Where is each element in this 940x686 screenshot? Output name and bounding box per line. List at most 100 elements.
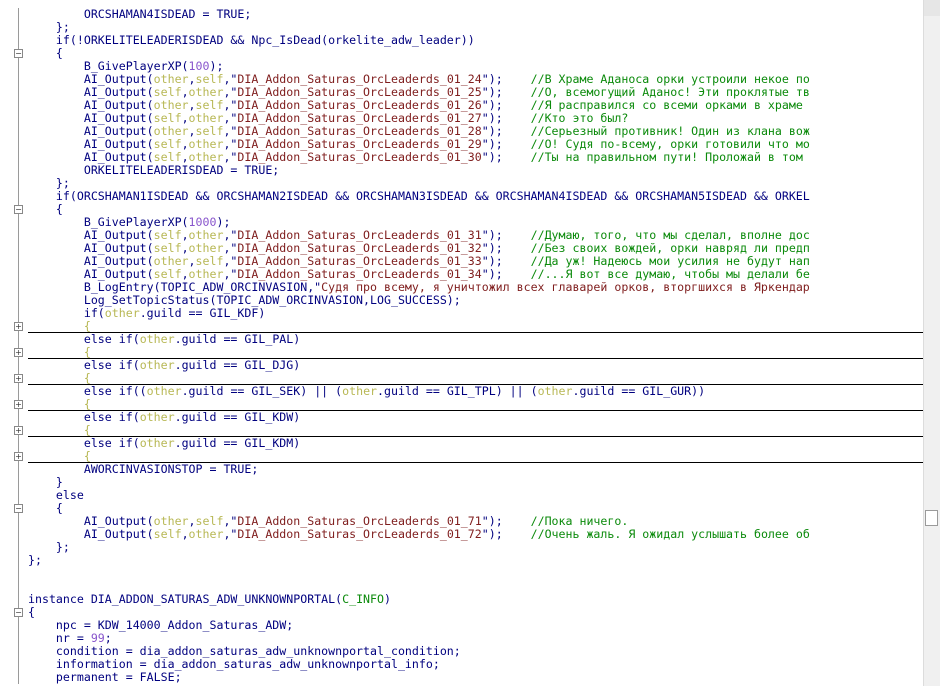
code-token: , — [181, 137, 189, 151]
code-token: DIA_Addon_Saturas_OrcLeaderds_01_31 — [237, 228, 482, 242]
code-token: , — [188, 72, 196, 86]
fold-collapse-icon[interactable]: − — [14, 205, 23, 214]
code-token: other — [188, 228, 224, 242]
fold-expand-icon[interactable]: + — [14, 400, 23, 409]
fold-collapse-icon[interactable]: − — [14, 504, 23, 513]
code-token: //В Храме Аданоса орки устроили некое по — [530, 72, 810, 86]
fold-guide — [18, 528, 19, 541]
code-line[interactable]: else if((other.guild == GIL_SEK) || (oth… — [0, 385, 924, 398]
code-line[interactable]: else if(other.guild == GIL_KDM) — [0, 437, 924, 450]
code-line[interactable]: permanent = FALSE; — [0, 671, 924, 684]
code-line[interactable]: else if(other.guild == GIL_PAL) — [0, 333, 924, 346]
fold-collapse-icon[interactable]: − — [14, 608, 23, 617]
fold-expand-icon[interactable]: + — [14, 452, 23, 461]
code-token: "); — [481, 98, 531, 112]
code-line[interactable]: } — [0, 476, 924, 489]
code-token: self — [153, 150, 182, 164]
code-token: if( — [28, 306, 105, 320]
code-token: { — [28, 449, 91, 463]
code-line[interactable]: ORKELITELEADERISDEAD = TRUE; — [0, 164, 924, 177]
code-token: ," — [223, 228, 238, 242]
code-line[interactable]: if(other.guild == GIL_KDF) — [0, 307, 924, 320]
code-token: //Да уж! Надеюсь мои усилия не будут нап — [530, 254, 810, 268]
vertical-scrollbar[interactable] — [923, 0, 940, 686]
code-line[interactable] — [0, 567, 924, 580]
code-token: other — [153, 124, 189, 138]
code-token: information = dia_addon_saturas_adw_unkn… — [28, 657, 440, 671]
code-token: "); — [481, 228, 531, 242]
fold-expand-icon[interactable]: + — [14, 322, 23, 331]
fold-guide — [18, 645, 19, 658]
code-token: , — [181, 267, 189, 281]
code-line[interactable]: else if(other.guild == GIL_KDW) — [0, 411, 924, 424]
code-token: .guild == GIL_KDM) — [174, 436, 301, 450]
code-token: Log_SetTopicStatus(TOPIC_ADW_ORCINVASION… — [28, 293, 461, 307]
code-token: { — [28, 397, 91, 411]
code-token: DIA_Addon_Saturas_OrcLeaderds_01_25 — [237, 85, 482, 99]
code-token: AI_Output( — [28, 267, 154, 281]
code-token: other — [153, 98, 189, 112]
code-token: other — [188, 150, 224, 164]
code-token: .guild == GIL_PAL) — [174, 332, 301, 346]
code-token: //Ты на правильном пути! Проложай в том — [530, 150, 803, 164]
code-token: { — [28, 46, 63, 60]
code-token: { — [28, 423, 91, 437]
code-token: self — [153, 241, 182, 255]
fold-guide — [18, 8, 19, 21]
code-token: else — [28, 488, 84, 502]
code-line[interactable]: instance DIA_ADDON_SATURAS_ADW_UNKNOWNPO… — [0, 593, 924, 606]
code-line[interactable]: else — [0, 489, 924, 502]
fold-guide — [18, 385, 19, 398]
code-text: permanent = FALSE; — [28, 671, 182, 684]
fold-expand-icon[interactable]: + — [14, 374, 23, 383]
code-token: B_LogEntry(TOPIC_ADW_ORCINVASION," — [28, 280, 322, 294]
code-line[interactable]: if(ORCSHAMAN1ISDEAD && ORCSHAMAN2ISDEAD … — [0, 190, 924, 203]
code-token: "); — [481, 150, 531, 164]
code-token: npc = KDW_14000_Addon_Saturas_ADW; — [28, 618, 294, 632]
fold-expand-icon[interactable]: + — [14, 348, 23, 357]
fold-guide — [18, 138, 19, 151]
code-token: AI_Output( — [28, 228, 154, 242]
code-token: self — [153, 267, 182, 281]
code-editor[interactable]: ORCSHAMAN4ISDEAD = TRUE; }; if(!ORKELITE… — [0, 0, 924, 686]
code-token: other — [188, 111, 224, 125]
code-token: B_GivePlayerXP( — [28, 215, 189, 229]
fold-expand-icon[interactable]: + — [14, 426, 23, 435]
code-token: DIA_Addon_Saturas_OrcLeaderds_01_28 — [237, 124, 482, 138]
fold-guide — [18, 190, 19, 203]
code-token: 100 — [188, 59, 210, 73]
fold-guide — [18, 632, 19, 645]
code-token: DIA_Addon_Saturas_OrcLeaderds_01_24 — [237, 72, 482, 86]
code-token: condition = dia_addon_saturas_adw_unknow… — [28, 644, 461, 658]
code-token: other — [537, 384, 573, 398]
code-line[interactable]: AI_Output(self,other,"DIA_Addon_Saturas_… — [0, 528, 924, 541]
fold-guide — [18, 567, 19, 580]
fold-guide — [18, 99, 19, 112]
code-token: .guild == GIL_KDW) — [174, 410, 301, 424]
fold-guide — [18, 437, 19, 450]
code-line[interactable]: if(!ORKELITELEADERISDEAD && Npc_IsDead(o… — [0, 34, 924, 47]
code-token: self — [195, 124, 224, 138]
code-line[interactable]: }; — [0, 541, 924, 554]
code-token: , — [181, 241, 189, 255]
code-token: , — [181, 228, 189, 242]
fold-guide — [18, 476, 19, 489]
scroll-up-button[interactable] — [924, 0, 940, 16]
code-line[interactable]: else if(other.guild == GIL_DJG) — [0, 359, 924, 372]
code-token: ; — [104, 631, 112, 645]
scroll-thumb[interactable] — [925, 510, 938, 526]
code-line[interactable]: AWORCINVASIONSTOP = TRUE; — [0, 463, 924, 476]
code-token: self — [153, 228, 182, 242]
code-token: other — [139, 358, 175, 372]
code-token: ," — [223, 85, 238, 99]
fold-collapse-icon[interactable]: − — [14, 49, 23, 58]
code-token: self — [153, 85, 182, 99]
code-line[interactable]: npc = KDW_14000_Addon_Saturas_ADW; — [0, 619, 924, 632]
code-token: "); — [481, 111, 531, 125]
code-token: ); — [216, 215, 231, 229]
code-line[interactable]: }; — [0, 554, 924, 567]
code-token: other — [139, 332, 175, 346]
code-token: "); — [481, 72, 531, 86]
fold-guide — [18, 541, 19, 554]
code-line[interactable]: ORCSHAMAN4ISDEAD = TRUE; — [0, 8, 924, 21]
